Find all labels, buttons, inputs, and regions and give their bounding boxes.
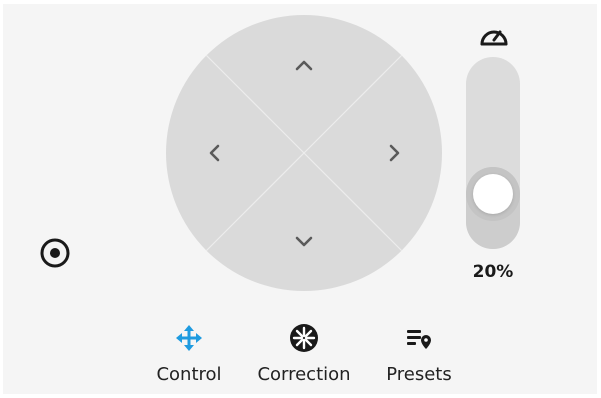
pan-right-button[interactable] — [374, 133, 414, 173]
pan-up-button[interactable] — [284, 45, 324, 85]
speed-value: 20% — [472, 262, 514, 282]
speedometer-icon — [480, 30, 508, 46]
tab-control-icon-wrap — [173, 322, 205, 354]
speed-slider-knob — [473, 174, 513, 215]
tab-correction-label: Correction — [257, 364, 351, 385]
tab-presets[interactable]: Presets — [380, 322, 458, 385]
tab-presets-label: Presets — [386, 364, 452, 385]
speed-slider[interactable] — [466, 57, 520, 249]
tab-presets-icon-wrap — [403, 322, 435, 354]
move-arrows-icon — [176, 325, 202, 351]
chevron-left-icon — [209, 144, 220, 162]
speed-slider-thumb[interactable] — [466, 167, 520, 222]
aperture-icon — [290, 324, 318, 352]
pan-down-button[interactable] — [284, 221, 324, 261]
tab-correction[interactable]: Correction — [248, 322, 360, 385]
chevron-up-icon — [295, 60, 313, 71]
tab-control-label: Control — [156, 364, 222, 385]
chevron-right-icon — [389, 144, 400, 162]
tab-correction-icon-wrap — [288, 322, 320, 354]
direction-pad[interactable] — [166, 15, 442, 291]
tab-control[interactable]: Control — [150, 322, 228, 385]
target-icon[interactable] — [39, 237, 71, 269]
pan-left-button[interactable] — [194, 133, 234, 173]
chevron-down-icon — [295, 236, 313, 247]
list-pin-icon — [407, 330, 431, 349]
